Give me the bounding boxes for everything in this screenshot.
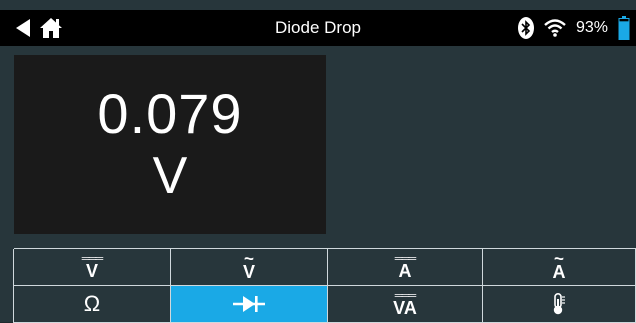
mode-selector: ═══ V ~ V ═══ A ~ A Ω ═══ VA [13, 248, 636, 323]
reading-display: 0.079 V [14, 55, 326, 234]
nav-controls [0, 18, 62, 38]
dc-power-icon: ═══ VA [393, 290, 417, 318]
status-bar: Diode Drop 93% [0, 10, 636, 46]
mode-temperature[interactable] [482, 286, 636, 323]
back-arrow-icon[interactable] [16, 19, 30, 37]
home-icon[interactable] [40, 18, 62, 38]
mode-dc-voltage[interactable]: ═══ V [13, 249, 171, 286]
wifi-icon [544, 19, 566, 37]
battery-icon [618, 16, 630, 40]
dc-voltage-icon: ═══ V [81, 253, 103, 281]
mode-diode[interactable] [170, 286, 328, 323]
thermometer-icon [552, 293, 566, 315]
reading-unit: V [152, 146, 188, 205]
ac-current-icon: ~ A [552, 249, 566, 282]
bluetooth-icon [517, 17, 534, 39]
mode-ac-current[interactable]: ~ A [482, 249, 636, 286]
mode-dc-power[interactable]: ═══ VA [327, 286, 483, 323]
diode-icon [233, 295, 265, 313]
status-indicators: 93% [517, 16, 636, 40]
ohm-icon: Ω [83, 291, 101, 316]
ac-voltage-icon: ~ V [242, 249, 255, 282]
mode-resistance[interactable]: Ω [13, 286, 171, 323]
dc-current-icon: ═══ A [394, 253, 416, 281]
mode-ac-voltage[interactable]: ~ V [170, 249, 328, 286]
battery-percent: 93% [575, 19, 608, 36]
reading-value: 0.079 [97, 81, 243, 145]
meter-screen: Diode Drop 93% 0.079 V ═══ V ~ V ═══ A ~… [0, 0, 636, 323]
mode-dc-current[interactable]: ═══ A [327, 249, 483, 286]
